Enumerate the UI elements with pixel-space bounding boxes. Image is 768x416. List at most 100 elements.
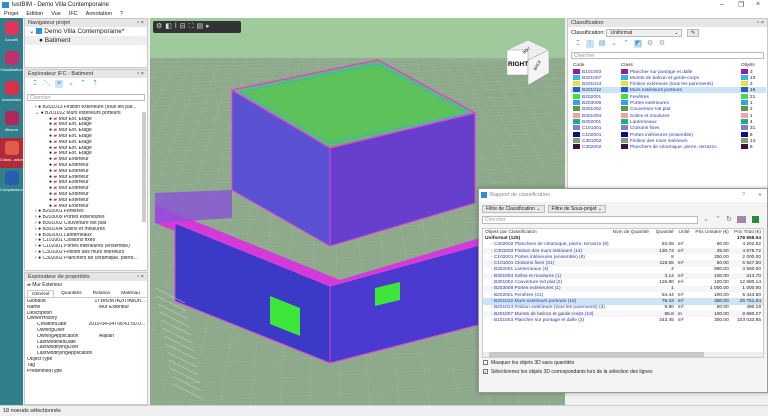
row-label-text: B301004 Solins et moulures (1)	[493, 273, 562, 279]
checkbox[interactable]: ✓	[483, 369, 488, 375]
classification-filter-dropdown[interactable]: Filtre de Classification ⌄	[482, 205, 545, 213]
color-swatch	[620, 68, 628, 74]
cube-face-right[interactable]: RIGHT	[508, 61, 528, 68]
report-icon[interactable]: ▤	[598, 40, 606, 48]
select-3d-objects-checkbox[interactable]: ✓ Sélectionnez les objets 3D correspondan…	[479, 368, 767, 377]
report-search-input[interactable]: Chercher	[482, 216, 698, 224]
sidebar-item-2[interactable]: Annotation	[0, 78, 23, 108]
sidebar-item-3[interactable]: Mesure	[0, 108, 23, 138]
menu-0[interactable]: Projet	[4, 11, 18, 17]
sidebar: Accueil Visualisation Annotation Mesure Clas…	[0, 18, 24, 405]
tree-item-label: Mur Ext. Etage	[58, 139, 92, 145]
fit-icon[interactable]: ⛶	[189, 23, 197, 30]
list-icon[interactable]: ⋮	[586, 40, 594, 48]
tab-3[interactable]: Matériau	[117, 290, 144, 297]
tree-icon[interactable]: ⌶	[31, 80, 39, 88]
play-icon[interactable]: ▸	[206, 23, 213, 30]
expand-all-icon[interactable]: ⌄	[610, 40, 618, 48]
close-button[interactable]: ×	[758, 189, 762, 202]
cell-text: 3	[749, 69, 753, 75]
color-swatch	[620, 118, 628, 124]
sidebar-icon	[4, 21, 19, 35]
panel-header: Explorateur IFC - Batiment ▫ ×	[25, 70, 147, 78]
expand-all-icon[interactable]: ⌄	[67, 80, 75, 88]
edit-classification-button[interactable]: ✎	[687, 29, 700, 37]
close-icon[interactable]: ▫ ×	[137, 70, 144, 78]
maximize-button[interactable]: ❐	[738, 1, 744, 9]
list-icon[interactable]: ≡	[55, 80, 63, 88]
hierarchy-icon[interactable]: ⋱	[43, 80, 51, 88]
refresh-icon[interactable]: ↻	[726, 215, 732, 223]
color-swatch	[620, 93, 628, 99]
close-icon[interactable]: ▫ ×	[757, 19, 764, 27]
gear-icon[interactable]: ⚙	[646, 40, 654, 48]
tree-item[interactable]: › ● C302002 Planchers de céramique, pier…	[35, 256, 147, 262]
tree-item-building[interactable]: ● Batiment	[25, 36, 147, 45]
menu-2[interactable]: Vue	[51, 11, 61, 17]
excel-export-icon[interactable]	[752, 216, 759, 223]
tree-item-label: Mur Ext. Etage	[58, 133, 92, 139]
cell-text: B201013	[582, 81, 602, 87]
menu-1[interactable]: Edition	[26, 11, 43, 17]
table-row[interactable]: › B101003 Plancher sur pontage et dalle …	[483, 317, 763, 323]
tab-1[interactable]: Quantités	[57, 290, 86, 297]
checkbox[interactable]	[483, 360, 488, 366]
ifc-search-input[interactable]: Chercher	[27, 94, 145, 101]
tree-item-project[interactable]: ⌄ Demo Villa Contemporaine*	[25, 27, 147, 36]
dialog-titlebar: Rapport de classification ? ×	[479, 189, 767, 202]
tree-item-label: B301004 Solins et moulures	[42, 226, 106, 232]
tree-item-label: Mur Exterieur	[58, 174, 89, 180]
sidebar-item-5[interactable]: Comparaison	[0, 168, 24, 198]
expand-all-icon[interactable]: ⌄	[703, 215, 709, 223]
classification-dropdown[interactable]: Uniformat ⌄	[606, 29, 683, 37]
filter-label: Filtre de Classification	[486, 206, 535, 212]
classification-search-input[interactable]: Chercher	[571, 52, 764, 59]
collapse-all-icon[interactable]: ⌃	[622, 40, 630, 48]
sidebar-item-1[interactable]: Visualisation	[0, 48, 23, 78]
subproject-filter-dropdown[interactable]: Filtre de Sous-projet ⌄	[547, 205, 607, 213]
window-title: lustBIM - Demo Villa Contemporaine	[12, 2, 109, 8]
close-icon[interactable]: ▫ ×	[137, 19, 144, 27]
row-label-text: B203009 Portes extérieures (1)	[493, 286, 561, 292]
help-button[interactable]: ?	[742, 189, 745, 202]
cell-text: C101001	[582, 126, 602, 131]
column-header: Nom de Quantité	[612, 229, 649, 235]
collapse-all-icon[interactable]: ⌃	[715, 215, 721, 223]
table-row[interactable]: C302002 Planchers de céramique, pierre, t…	[571, 144, 766, 150]
sidebar-item-0[interactable]: Accueil	[0, 18, 23, 48]
up-icon[interactable]: ⇡	[91, 80, 99, 88]
settings-icon[interactable]: ⚙	[156, 23, 165, 30]
close-icon[interactable]: ▫ ×	[137, 273, 144, 281]
tab-2[interactable]: Relation	[89, 290, 115, 297]
scrollbar-thumb[interactable]	[489, 352, 704, 357]
collapse-all-icon[interactable]: ⌃	[79, 80, 87, 88]
layers-icon[interactable]: ▤	[197, 23, 207, 30]
horizontal-scrollbar[interactable]	[483, 352, 763, 357]
print-icon[interactable]	[737, 216, 746, 223]
cell-text: B201007	[582, 75, 602, 81]
row-label-text: B201013 Finition extérieure (tous les pa…	[493, 305, 605, 311]
tree-icon[interactable]: ⌶	[574, 40, 582, 48]
color-swatch	[573, 131, 580, 137]
color-swatch	[620, 131, 628, 137]
scrollbar[interactable]	[142, 112, 146, 222]
tree-item-label: Mur Exterieur	[58, 157, 89, 163]
cell-text: Planchers de céramique, pierre, terrazzo	[629, 144, 717, 150]
cube-icon[interactable]: ◧	[165, 23, 175, 30]
color-swatch	[573, 106, 580, 112]
menu-3[interactable]: IFC	[69, 11, 78, 17]
gears-icon[interactable]: ⚙	[658, 40, 666, 48]
color-swatch	[740, 106, 748, 112]
hide-no-quantity-checkbox[interactable]: Masquer les objets 3D sans quantités	[479, 359, 767, 368]
menu-5[interactable]: ?	[120, 11, 123, 17]
close-button[interactable]: ×	[756, 1, 760, 8]
tab-0[interactable]: Général	[27, 290, 55, 297]
cell-text: 14	[749, 138, 756, 144]
paint-icon[interactable]: ◩	[634, 40, 642, 48]
menu-4[interactable]: Annotation	[86, 11, 112, 17]
sidebar-item-4[interactable]: Classi...ation	[0, 138, 23, 168]
cell-n: 8	[739, 144, 766, 150]
color-swatch	[740, 144, 748, 150]
section-icon[interactable]: ⊟	[180, 23, 189, 30]
minimize-button[interactable]: –	[720, 1, 724, 8]
